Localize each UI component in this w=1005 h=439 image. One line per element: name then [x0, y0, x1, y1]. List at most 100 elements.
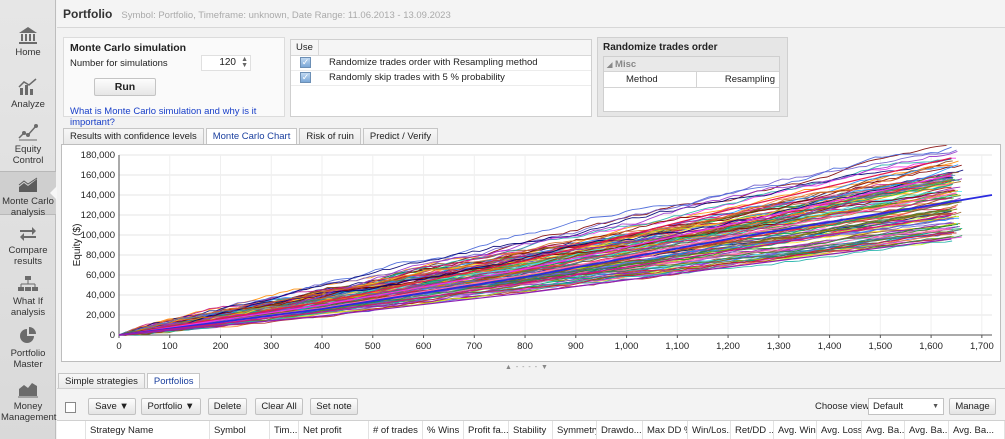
- y-tick-label: 80,000: [86, 250, 115, 261]
- sidebar-item-home[interactable]: Home: [0, 26, 56, 58]
- simulations-spinner[interactable]: 120 ▲ ▼: [201, 55, 251, 71]
- splitter-handle[interactable]: ▲ - - - - ▼: [505, 364, 549, 371]
- select-all-checkbox[interactable]: [65, 402, 76, 413]
- column-header-trades[interactable]: # of trades: [369, 421, 423, 439]
- collapse-triangle-icon[interactable]: ◢: [607, 62, 612, 69]
- sidebar: Home Analyze Equity Control Monte Carlo …: [0, 0, 57, 439]
- simulation-options-table: Use ✓ Randomize trades order with Resamp…: [290, 39, 592, 117]
- sidebar-item-monte-carlo[interactable]: Monte Carlo analysis: [0, 171, 57, 218]
- y-tick-label: 180,000: [81, 150, 115, 161]
- spinner-arrows-icon[interactable]: ▲ ▼: [241, 56, 248, 69]
- sidebar-item-label: Portfolio Master: [10, 348, 46, 370]
- column-header-max-dd[interactable]: Max DD %: [643, 421, 688, 439]
- y-axis-label: Equity ($): [72, 224, 83, 267]
- sidebar-item-equity-control[interactable]: Equity Control: [0, 123, 56, 166]
- portfolio-button[interactable]: Portfolio ▼: [141, 398, 201, 415]
- sidebar-item-what-if[interactable]: What If analysis: [0, 275, 56, 318]
- y-tick-label: 40,000: [86, 290, 115, 301]
- manage-button[interactable]: Manage: [949, 398, 996, 415]
- property-value[interactable]: Resampling: [725, 72, 775, 87]
- option-row[interactable]: ✓ Randomize trades order with Resampling…: [291, 56, 591, 71]
- x-tick-label: 200: [213, 341, 229, 352]
- column-header-net-profit[interactable]: Net profit: [299, 421, 369, 439]
- sidebar-item-money-management[interactable]: Money Management: [0, 380, 56, 423]
- tab-portfolios[interactable]: Portfolios: [146, 373, 201, 389]
- set-note-button[interactable]: Set note: [310, 398, 358, 415]
- sidebar-item-portfolio-master[interactable]: Portfolio Master: [0, 327, 56, 370]
- x-tick-label: 0: [116, 341, 121, 352]
- column-header-profit-factor[interactable]: Profit fa...: [464, 421, 509, 439]
- run-button[interactable]: Run: [94, 78, 156, 96]
- monte-carlo-icon: [18, 177, 38, 192]
- y-tick-label: 0: [110, 330, 115, 341]
- column-header-avg-bars-1[interactable]: Avg. Ba...: [862, 421, 905, 439]
- view-select[interactable]: Default ▼: [868, 398, 944, 415]
- chart-tab-bar: Results with confidence levels Monte Carl…: [63, 128, 440, 144]
- delete-button[interactable]: Delete: [208, 398, 247, 415]
- y-tick-label: 120,000: [81, 210, 115, 221]
- sidebar-item-analyze[interactable]: Analyze: [0, 78, 56, 110]
- save-button[interactable]: Save ▼: [88, 398, 136, 415]
- simulations-value: 120: [219, 57, 236, 68]
- randomize-panel-title: Randomize trades order: [603, 42, 718, 53]
- x-tick-label: 400: [314, 341, 330, 352]
- column-header-win-loss[interactable]: Win/Los...: [688, 421, 731, 439]
- databank-toolbar: Save ▼ Portfolio ▼ Delete Clear All Set …: [57, 395, 1005, 417]
- property-group-misc[interactable]: ◢ Misc: [604, 57, 779, 72]
- view-select-value: Default: [873, 401, 904, 412]
- x-tick-label: 600: [416, 341, 432, 352]
- property-row-method[interactable]: Method Resampling: [604, 72, 779, 88]
- sidebar-item-label: Home: [15, 47, 41, 58]
- column-header-avg-loss[interactable]: Avg. Loss: [817, 421, 862, 439]
- tab-risk-of-ruin[interactable]: Risk of ruin: [299, 128, 361, 144]
- y-tick-label: 140,000: [81, 190, 115, 201]
- y-tick-label: 160,000: [81, 170, 115, 181]
- sidebar-item-label: Money Management: [1, 401, 57, 423]
- x-tick-label: 1,600: [919, 341, 943, 352]
- column-header-symbol[interactable]: Symbol: [210, 421, 270, 439]
- column-header-avg-win[interactable]: Avg. Win: [774, 421, 817, 439]
- tab-results-confidence[interactable]: Results with confidence levels: [63, 128, 204, 144]
- option-checkbox-skip-trades[interactable]: ✓: [300, 72, 311, 83]
- monte-carlo-panel-title: Monte Carlo simulation: [70, 42, 187, 54]
- y-tick-label: 60,000: [86, 270, 115, 281]
- monte-carlo-help-link[interactable]: What is Monte Carlo simulation and why i…: [70, 106, 284, 128]
- column-header-wins[interactable]: % Wins: [423, 421, 464, 439]
- sidebar-item-label: Monte Carlo analysis: [2, 196, 54, 218]
- options-table-header: Use: [291, 40, 591, 56]
- column-header-avg-bars-2[interactable]: Avg. Ba...: [905, 421, 949, 439]
- sidebar-item-compare[interactable]: Compare results: [0, 224, 56, 267]
- y-tick-label: 20,000: [86, 310, 115, 321]
- option-label: Randomly skip trades with 5 % probabilit…: [329, 72, 505, 83]
- x-tick-label: 1,000: [615, 341, 639, 352]
- randomize-trades-panel: Randomize trades order ◢ Misc Method Res…: [597, 37, 788, 117]
- x-tick-label: 700: [466, 341, 482, 352]
- option-checkbox-resampling[interactable]: ✓: [300, 57, 311, 68]
- x-tick-label: 100: [162, 341, 178, 352]
- property-divider: [696, 72, 697, 87]
- clear-all-button[interactable]: Clear All: [255, 398, 303, 415]
- results-tab-bar: Simple strategies Portfolios: [58, 373, 202, 389]
- x-tick-label: 1,200: [716, 341, 740, 352]
- column-header-ret-dd[interactable]: Ret/DD ...: [731, 421, 774, 439]
- tab-predict-verify[interactable]: Predict / Verify: [362, 128, 439, 144]
- x-tick-label: 300: [263, 341, 279, 352]
- tab-simple-strategies[interactable]: Simple strategies: [58, 373, 145, 389]
- use-column-header: Use: [291, 40, 319, 56]
- column-header-drawdown[interactable]: Drawdo...: [597, 421, 643, 439]
- group-label: Misc: [615, 59, 637, 70]
- sidebar-item-label: Equity Control: [12, 144, 44, 166]
- x-tick-label: 500: [365, 341, 381, 352]
- column-header-avg-bars-3[interactable]: Avg. Ba...: [949, 421, 1005, 439]
- option-row[interactable]: ✓ Randomly skip trades with 5 % probabil…: [291, 71, 591, 86]
- x-tick-label: 1,700: [970, 341, 994, 352]
- column-header-timeframe[interactable]: Tim...: [270, 421, 299, 439]
- monte-carlo-chart: 0 20,000 40,000 60,000 80,000 100,000 120,000 1…: [61, 144, 1001, 362]
- column-header-stability[interactable]: Stability: [509, 421, 553, 439]
- tab-monte-carlo-chart[interactable]: Monte Carlo Chart: [205, 128, 298, 144]
- home-icon: [19, 27, 37, 44]
- money-management-icon: [18, 383, 38, 398]
- column-header-select[interactable]: [57, 421, 86, 439]
- column-header-symmetry[interactable]: Symmetry: [553, 421, 597, 439]
- column-header-strategy-name[interactable]: Strategy Name: [86, 421, 210, 439]
